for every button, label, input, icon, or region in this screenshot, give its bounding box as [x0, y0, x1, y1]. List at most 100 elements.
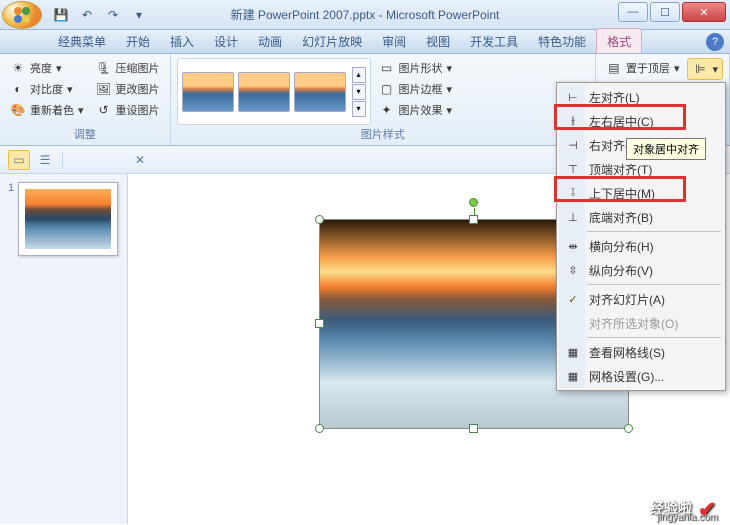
- thumb-image: [25, 189, 111, 249]
- align-right-icon: ⊣: [563, 135, 583, 155]
- menu-separator: [587, 231, 721, 232]
- resize-handle-br[interactable]: [624, 424, 633, 433]
- menu-separator: [587, 337, 721, 338]
- align-left-icon: ⊢: [563, 87, 583, 107]
- front-icon: ▤: [606, 60, 622, 76]
- window-controls: — ☐ ✕: [618, 2, 726, 22]
- compress-icon: 🗜: [96, 60, 112, 76]
- undo-icon: ↶: [82, 8, 92, 22]
- tab-features[interactable]: 特色功能: [528, 29, 596, 53]
- brightness-button[interactable]: ☀亮度 ▾: [6, 58, 88, 78]
- picture-shape-button[interactable]: ▭图片形状 ▾: [375, 58, 457, 78]
- help-button[interactable]: ?: [706, 33, 724, 51]
- menu-distribute-v[interactable]: ⇳纵向分布(V): [559, 258, 723, 282]
- picture-effects-button[interactable]: ✦图片效果 ▾: [375, 100, 457, 120]
- tooltip-center-h: 对象居中对齐: [626, 138, 706, 160]
- slides-view-button[interactable]: ▭: [8, 150, 30, 170]
- align-bottom-icon: ⊥: [563, 207, 583, 227]
- align-center-v-icon: ⫱: [563, 183, 583, 203]
- group-label-adjust: 调整: [6, 125, 164, 143]
- border-icon: ▢: [379, 81, 395, 97]
- tab-view[interactable]: 视图: [416, 29, 460, 53]
- tab-insert[interactable]: 插入: [160, 29, 204, 53]
- contrast-button[interactable]: ◐对比度 ▾: [6, 79, 88, 99]
- menu-align-to-slide[interactable]: ✓对齐幻灯片(A): [559, 287, 723, 311]
- gridlines-icon: ▦: [563, 342, 583, 362]
- style-thumb-3[interactable]: [294, 72, 346, 112]
- minimize-icon: —: [628, 6, 639, 18]
- quick-access-toolbar: 💾 ↶ ↷ ▾: [50, 4, 150, 26]
- menu-align-to-selection: 对齐所选对象(O): [559, 311, 723, 335]
- tab-home[interactable]: 开始: [116, 29, 160, 53]
- minimize-button[interactable]: —: [618, 2, 648, 22]
- tab-slideshow[interactable]: 幻灯片放映: [292, 29, 372, 53]
- maximize-button[interactable]: ☐: [650, 2, 680, 22]
- resize-handle-b[interactable]: [469, 424, 478, 433]
- menu-separator: [587, 284, 721, 285]
- qat-save-button[interactable]: 💾: [50, 4, 72, 26]
- slide-number: 1: [8, 182, 14, 256]
- grid-settings-icon: ▦: [563, 366, 583, 386]
- close-button[interactable]: ✕: [682, 2, 726, 22]
- align-dropdown-button[interactable]: ⊫▾: [687, 58, 723, 80]
- slide-thumbnail-pane[interactable]: 1: [0, 174, 128, 524]
- blank-icon: [563, 313, 583, 333]
- gallery-down-button[interactable]: ▾: [352, 84, 366, 100]
- gallery-more-button[interactable]: ▾: [352, 101, 366, 117]
- resize-handle-t[interactable]: [469, 215, 478, 224]
- tab-design[interactable]: 设计: [204, 29, 248, 53]
- effects-icon: ✦: [379, 102, 395, 118]
- align-dropdown-menu: ⊢左对齐(L) ⫲左右居中(C) ⊣右对齐(R) ⊤顶端对齐(T) ⫱上下居中(…: [556, 82, 726, 391]
- menu-align-center-h[interactable]: ⫲左右居中(C): [559, 109, 723, 133]
- recolor-button[interactable]: 🎨重新着色 ▾: [6, 100, 88, 120]
- thumb-frame: [18, 182, 118, 256]
- style-thumb-1[interactable]: [182, 72, 234, 112]
- brightness-icon: ☀: [10, 60, 26, 76]
- change-icon: 🖼: [96, 81, 112, 97]
- compress-button[interactable]: 🗜压缩图片: [92, 58, 164, 78]
- resize-handle-l[interactable]: [315, 319, 324, 328]
- tab-developer[interactable]: 开发工具: [460, 29, 528, 53]
- contrast-icon: ◐: [10, 81, 26, 97]
- close-pane-button[interactable]: ✕: [129, 150, 151, 170]
- align-top-icon: ⊤: [563, 159, 583, 179]
- rotation-handle[interactable]: [469, 198, 478, 207]
- maximize-icon: ☐: [660, 6, 670, 19]
- shape-icon: ▭: [379, 60, 395, 76]
- ribbon-tabs: 经典菜单 开始 插入 设计 动画 幻灯片放映 审阅 视图 开发工具 特色功能 格…: [0, 30, 730, 54]
- office-button[interactable]: [2, 1, 42, 29]
- slide-thumb-1[interactable]: 1: [8, 182, 119, 256]
- save-icon: 💾: [54, 8, 69, 22]
- reset-icon: ↺: [96, 102, 112, 118]
- menu-align-top[interactable]: ⊤顶端对齐(T): [559, 157, 723, 181]
- menu-grid-settings[interactable]: ▦网格设置(G)...: [559, 364, 723, 388]
- menu-view-gridlines[interactable]: ▦查看网格线(S): [559, 340, 723, 364]
- tab-format[interactable]: 格式: [596, 28, 642, 53]
- watermark-url: jingyanla.com: [657, 512, 718, 523]
- recolor-icon: 🎨: [10, 102, 26, 118]
- bring-front-button[interactable]: ▤置于顶层 ▾: [602, 58, 684, 78]
- resize-handle-bl[interactable]: [315, 424, 324, 433]
- menu-distribute-h[interactable]: ⇹横向分布(H): [559, 234, 723, 258]
- style-thumb-2[interactable]: [238, 72, 290, 112]
- qat-customize-button[interactable]: ▾: [128, 4, 150, 26]
- outline-view-button[interactable]: ☰: [34, 150, 56, 170]
- menu-align-bottom[interactable]: ⊥底端对齐(B): [559, 205, 723, 229]
- gallery-up-button[interactable]: ▴: [352, 67, 366, 83]
- tab-animation[interactable]: 动画: [248, 29, 292, 53]
- tab-review[interactable]: 审阅: [372, 29, 416, 53]
- menu-align-left[interactable]: ⊢左对齐(L): [559, 85, 723, 109]
- qat-undo-button[interactable]: ↶: [76, 4, 98, 26]
- reset-picture-button[interactable]: ↺重设图片: [92, 100, 164, 120]
- align-icon: ⊫: [692, 61, 708, 77]
- picture-border-button[interactable]: ▢图片边框 ▾: [375, 79, 457, 99]
- resize-handle-tl[interactable]: [315, 215, 324, 224]
- ribbon-group-adjust: ☀亮度 ▾ ◐对比度 ▾ 🎨重新着色 ▾ 🗜压缩图片 🖼更改图片 ↺重设图片 调…: [0, 54, 171, 145]
- tab-classic-menu[interactable]: 经典菜单: [48, 29, 116, 53]
- close-icon: ✕: [699, 6, 708, 19]
- menu-align-center-v[interactable]: ⫱上下居中(M): [559, 181, 723, 205]
- change-picture-button[interactable]: 🖼更改图片: [92, 79, 164, 99]
- qat-redo-button[interactable]: ↷: [102, 4, 124, 26]
- picture-style-gallery[interactable]: ▴ ▾ ▾: [177, 58, 371, 125]
- window-title: 新建 PowerPoint 2007.pptx - Microsoft Powe…: [231, 6, 500, 23]
